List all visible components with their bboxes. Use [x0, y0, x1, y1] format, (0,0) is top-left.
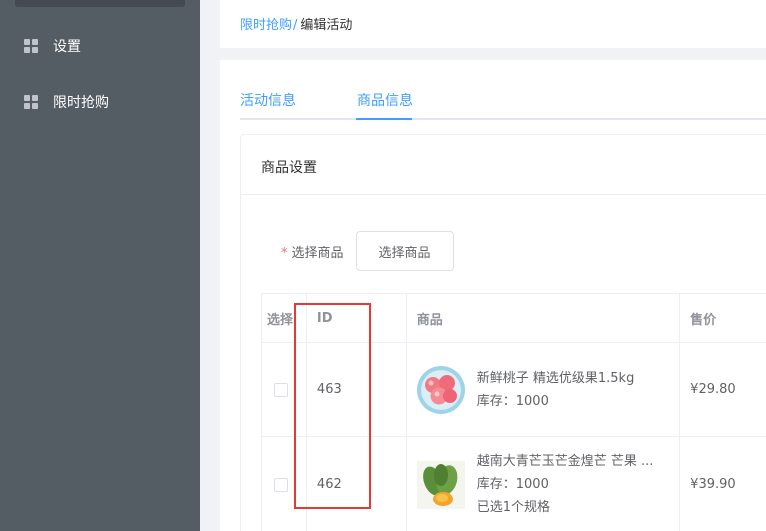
breadcrumb-current: 编辑活动	[300, 18, 353, 33]
product-stock: 库存：1000	[476, 393, 549, 409]
sidebar: 设置 限时抢购	[0, 0, 200, 531]
product-table: 选择 ID 商品 售价 463 新鲜桃子 精选优级果1.5kg 库存：1000 …	[261, 293, 766, 531]
main-panel: 活动信息 商品信息 商品设置 * 选择商品 选择商品 选择 ID 商品 售价 46…	[220, 60, 766, 531]
header: 限时抢购/编辑活动	[220, 0, 766, 48]
id-cell: 463	[307, 343, 407, 436]
row-checkbox[interactable]	[274, 382, 288, 397]
required-mark: *	[281, 245, 288, 261]
id-cell: 462	[307, 437, 407, 531]
product-stock: 库存：1000	[476, 477, 549, 492]
card-title: 商品设置	[241, 135, 766, 195]
selected-spec-note: 已选1个规格	[476, 500, 551, 515]
active-tab-indicator	[356, 118, 412, 120]
price-cell: ¥39.90	[690, 477, 736, 492]
table-row: 463 新鲜桃子 精选优级果1.5kg 库存：1000 ¥29.80	[262, 343, 766, 437]
sidebar-item-label: 限时抢购	[53, 95, 109, 111]
sidebar-top-item[interactable]	[15, 0, 185, 7]
form-label-text: 选择商品	[291, 245, 344, 261]
form-label: * 选择商品	[281, 242, 344, 261]
tab-product-info[interactable]: 商品信息	[357, 90, 413, 110]
peach-image	[416, 365, 465, 414]
column-header-select: 选择	[262, 294, 307, 342]
product-name: 新鲜桃子 精选优级果1.5kg	[476, 370, 635, 386]
select-cell	[262, 343, 307, 436]
column-header-product: 商品	[407, 294, 681, 342]
product-cell: 越南大青芒玉芒金煌芒 芒果 ... 库存：1000 已选1个规格	[407, 437, 681, 531]
breadcrumb-separator: /	[293, 18, 298, 33]
tab-activity-info[interactable]: 活动信息	[240, 90, 296, 110]
mango-image	[416, 460, 465, 509]
sidebar-item-flash-sale[interactable]: 限时抢购	[0, 74, 200, 130]
table-header-row: 选择 ID 商品 售价	[262, 294, 766, 343]
select-cell	[262, 437, 307, 531]
sidebar-item-label: 设置	[53, 39, 81, 55]
select-product-form-row: * 选择商品 选择商品	[281, 231, 454, 271]
tab-bar: 活动信息 商品信息	[240, 82, 766, 120]
breadcrumb-parent-link[interactable]: 限时抢购	[240, 18, 292, 33]
grid-icon	[24, 95, 38, 109]
product-cell: 新鲜桃子 精选优级果1.5kg 库存：1000	[407, 343, 681, 436]
column-header-id: ID	[307, 294, 407, 342]
row-checkbox[interactable]	[274, 477, 288, 492]
sidebar-item-settings[interactable]: 设置	[0, 18, 200, 74]
breadcrumb: 限时抢购/编辑活动	[240, 14, 352, 33]
product-settings-card: 商品设置 * 选择商品 选择商品 选择 ID 商品 售价 463 新鲜桃子 精选…	[240, 134, 766, 531]
price-cell: ¥29.80	[690, 382, 736, 397]
column-header-price: 售价	[690, 312, 717, 328]
select-product-button[interactable]: 选择商品	[355, 231, 454, 271]
product-name: 越南大青芒玉芒金煌芒 芒果 ...	[476, 454, 654, 469]
table-row: 462 越南大青芒玉芒金煌芒 芒果 ... 库存：1000 已选1个规格 ¥39…	[262, 437, 766, 531]
grid-icon	[24, 39, 38, 53]
